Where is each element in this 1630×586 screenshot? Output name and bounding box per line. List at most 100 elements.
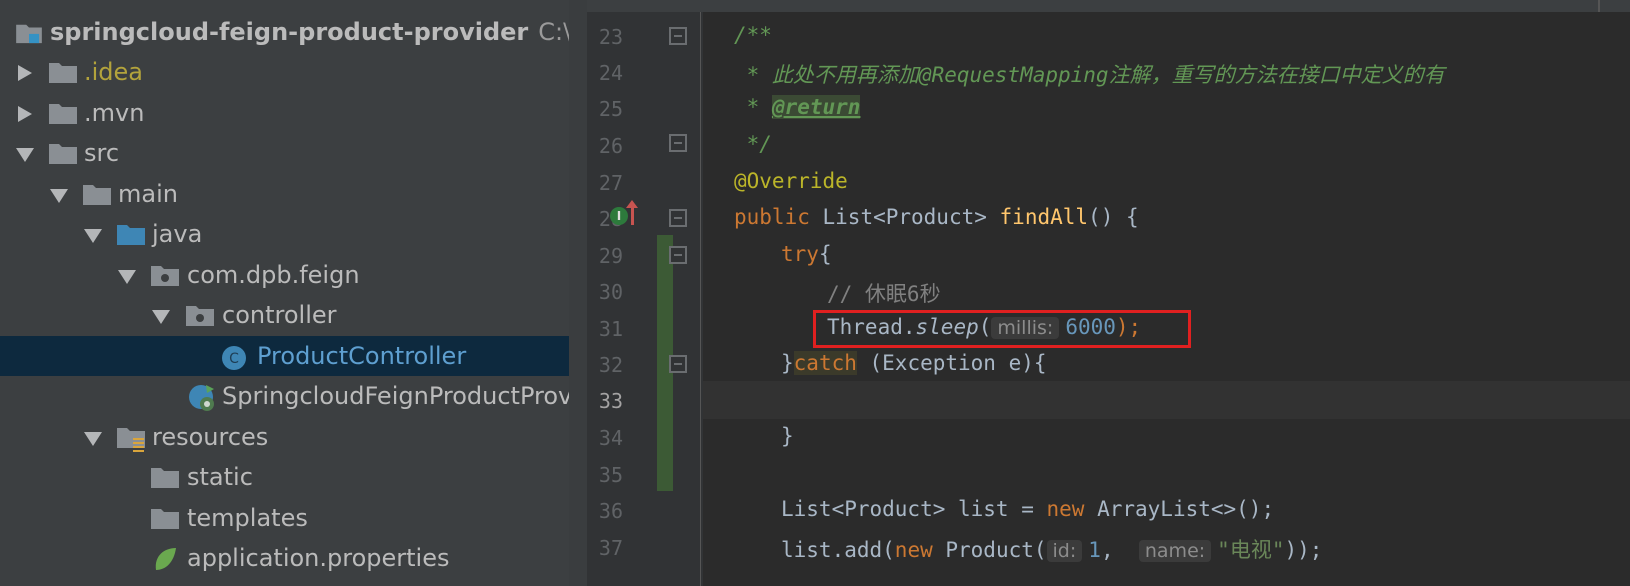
code-line-25[interactable]: 25 * @return: [587, 89, 1630, 127]
tree-item-label: java: [152, 220, 203, 248]
code-token: List<Product> list =: [781, 497, 1047, 521]
code-line-36[interactable]: 36 List<Product> list = new ArrayList<>(…: [587, 491, 1630, 529]
code-token: ArrayList<>();: [1097, 497, 1275, 521]
overrides-arrow-icon[interactable]: [626, 200, 638, 225]
fold-icon[interactable]: [669, 209, 687, 227]
line-number: 34: [598, 426, 623, 450]
tree-item-controller[interactable]: controller: [0, 295, 569, 335]
tree-scrollbar[interactable]: [569, 0, 587, 586]
line-comment: // 休眠6秒: [827, 282, 941, 306]
code-token: }: [781, 424, 794, 448]
line-number: 35: [598, 463, 623, 487]
annotation: @Override: [734, 169, 848, 193]
line-number: 37: [598, 536, 623, 560]
javadoc-return-tag[interactable]: @return: [771, 95, 861, 119]
code-token: {: [818, 242, 832, 266]
highlight-box: [813, 310, 1191, 348]
fold-icon[interactable]: [669, 355, 687, 373]
implements-method-icon[interactable]: I: [610, 207, 628, 225]
tree-item-label: src: [84, 139, 120, 167]
code-line-24[interactable]: 24 * 此处不用再添加@RequestMapping注解，重写的方法在接口中定…: [587, 53, 1630, 91]
chevron-right-icon[interactable]: [18, 106, 32, 122]
doc-comment: */: [734, 132, 772, 156]
parameter-hint: name:: [1138, 540, 1212, 562]
code-token: (Exception e){: [856, 351, 1047, 375]
svg-text:C: C: [229, 351, 239, 367]
spring-properties-icon: [155, 548, 176, 570]
chevron-down-icon[interactable]: [16, 148, 34, 162]
tree-item-static[interactable]: static: [0, 457, 569, 497]
code-token: list.add(: [781, 538, 895, 562]
chevron-down-icon[interactable]: [50, 189, 68, 203]
line-number: 30: [598, 280, 623, 304]
tree-item-java[interactable]: java: [0, 214, 569, 254]
line-number: 25: [598, 97, 623, 121]
tree-item-label: main: [118, 180, 178, 208]
project-tree: springcloud-feign-product-provider C:\too…: [0, 0, 569, 586]
doc-comment: * 此处不用再添加@RequestMapping注解，重写的方法在接口中定义的有: [734, 63, 1445, 87]
tree-item-idea[interactable]: .idea: [0, 52, 569, 92]
tree-item-label: controller: [222, 301, 337, 329]
resources-folder-icon: [117, 428, 145, 452]
code-line-29[interactable]: 29 try{: [587, 236, 1630, 274]
keyword: public: [734, 205, 823, 229]
keyword: new: [1046, 497, 1098, 521]
folder-icon: [83, 185, 111, 205]
folder-icon: [49, 63, 77, 83]
tree-item-label: SpringcloudFeignProductProvic: [222, 382, 569, 410]
project-name: springcloud-feign-product-provider: [50, 18, 529, 46]
tree-item-label: com.dpb.feign: [187, 261, 360, 289]
tree-item-templates[interactable]: templates: [0, 498, 569, 538]
code-line-27[interactable]: 27 @Override: [587, 163, 1630, 201]
tree-item-mvn[interactable]: .mvn: [0, 93, 569, 133]
fold-icon[interactable]: [669, 246, 687, 264]
chevron-down-icon[interactable]: [84, 432, 102, 446]
fold-icon[interactable]: [669, 134, 687, 152]
code-line-35[interactable]: 35: [587, 455, 1630, 493]
tree-item-project-root[interactable]: springcloud-feign-product-provider C:\too…: [0, 12, 569, 52]
tree-item-package[interactable]: com.dpb.feign: [0, 255, 569, 295]
code-line-34[interactable]: 34 }: [587, 418, 1630, 456]
string-literal: "电视": [1217, 538, 1285, 562]
return-type: List<Product>: [822, 205, 1000, 229]
chevron-down-icon[interactable]: [118, 270, 136, 284]
project-path: C:\tools: [538, 18, 569, 46]
code-line-28[interactable]: 28 public List<Product> findAll() {: [587, 199, 1630, 237]
code-line-37[interactable]: 37 list.add(new Product(id: 1, name: "电视")…: [587, 528, 1630, 566]
line-number: 24: [598, 61, 623, 85]
keyword: new: [894, 538, 946, 562]
tree-item-main[interactable]: main: [0, 174, 569, 214]
chevron-down-icon[interactable]: [84, 229, 102, 243]
tree-item-label: .idea: [84, 58, 144, 86]
tree-item-label: application.properties: [187, 544, 450, 572]
folder-icon: [151, 468, 179, 488]
module-folder-icon: [16, 24, 42, 44]
spring-boot-class-icon: [189, 385, 214, 411]
code-line-26[interactable]: 26 */: [587, 126, 1630, 164]
caret-row-highlight: [703, 381, 1630, 419]
code-line-30[interactable]: 30 // 休眠6秒: [587, 272, 1630, 310]
tree-item-productcontroller[interactable]: C ProductController: [0, 336, 569, 376]
tree-item-label: .mvn: [84, 99, 145, 127]
chevron-down-icon[interactable]: [152, 310, 170, 324]
number-literal: 1: [1088, 538, 1101, 562]
parameter-hint: id:: [1046, 540, 1083, 562]
line-number: 26: [598, 134, 623, 158]
code-token: Product(: [945, 538, 1047, 562]
folder-icon: [49, 144, 77, 164]
chevron-right-icon[interactable]: [18, 65, 32, 81]
code-line-32[interactable]: 32 }catch (Exception e){: [587, 345, 1630, 383]
fold-icon[interactable]: [669, 27, 687, 45]
line-number: 23: [598, 25, 623, 49]
code-line-33[interactable]: 33: [587, 381, 1630, 419]
tree-item-src[interactable]: src: [0, 133, 569, 173]
package-icon: [151, 266, 179, 286]
doc-comment: /**: [734, 23, 772, 47]
tree-item-resources[interactable]: resources: [0, 417, 569, 457]
tree-item-application-class[interactable]: SpringcloudFeignProductProvic: [0, 376, 569, 416]
tree-item-application-properties[interactable]: application.properties: [0, 538, 569, 578]
code-line-23[interactable]: 23 /**: [587, 17, 1630, 55]
tree-item-label: ProductController: [257, 342, 467, 370]
line-number: 36: [598, 499, 623, 523]
line-number: 27: [598, 171, 623, 195]
